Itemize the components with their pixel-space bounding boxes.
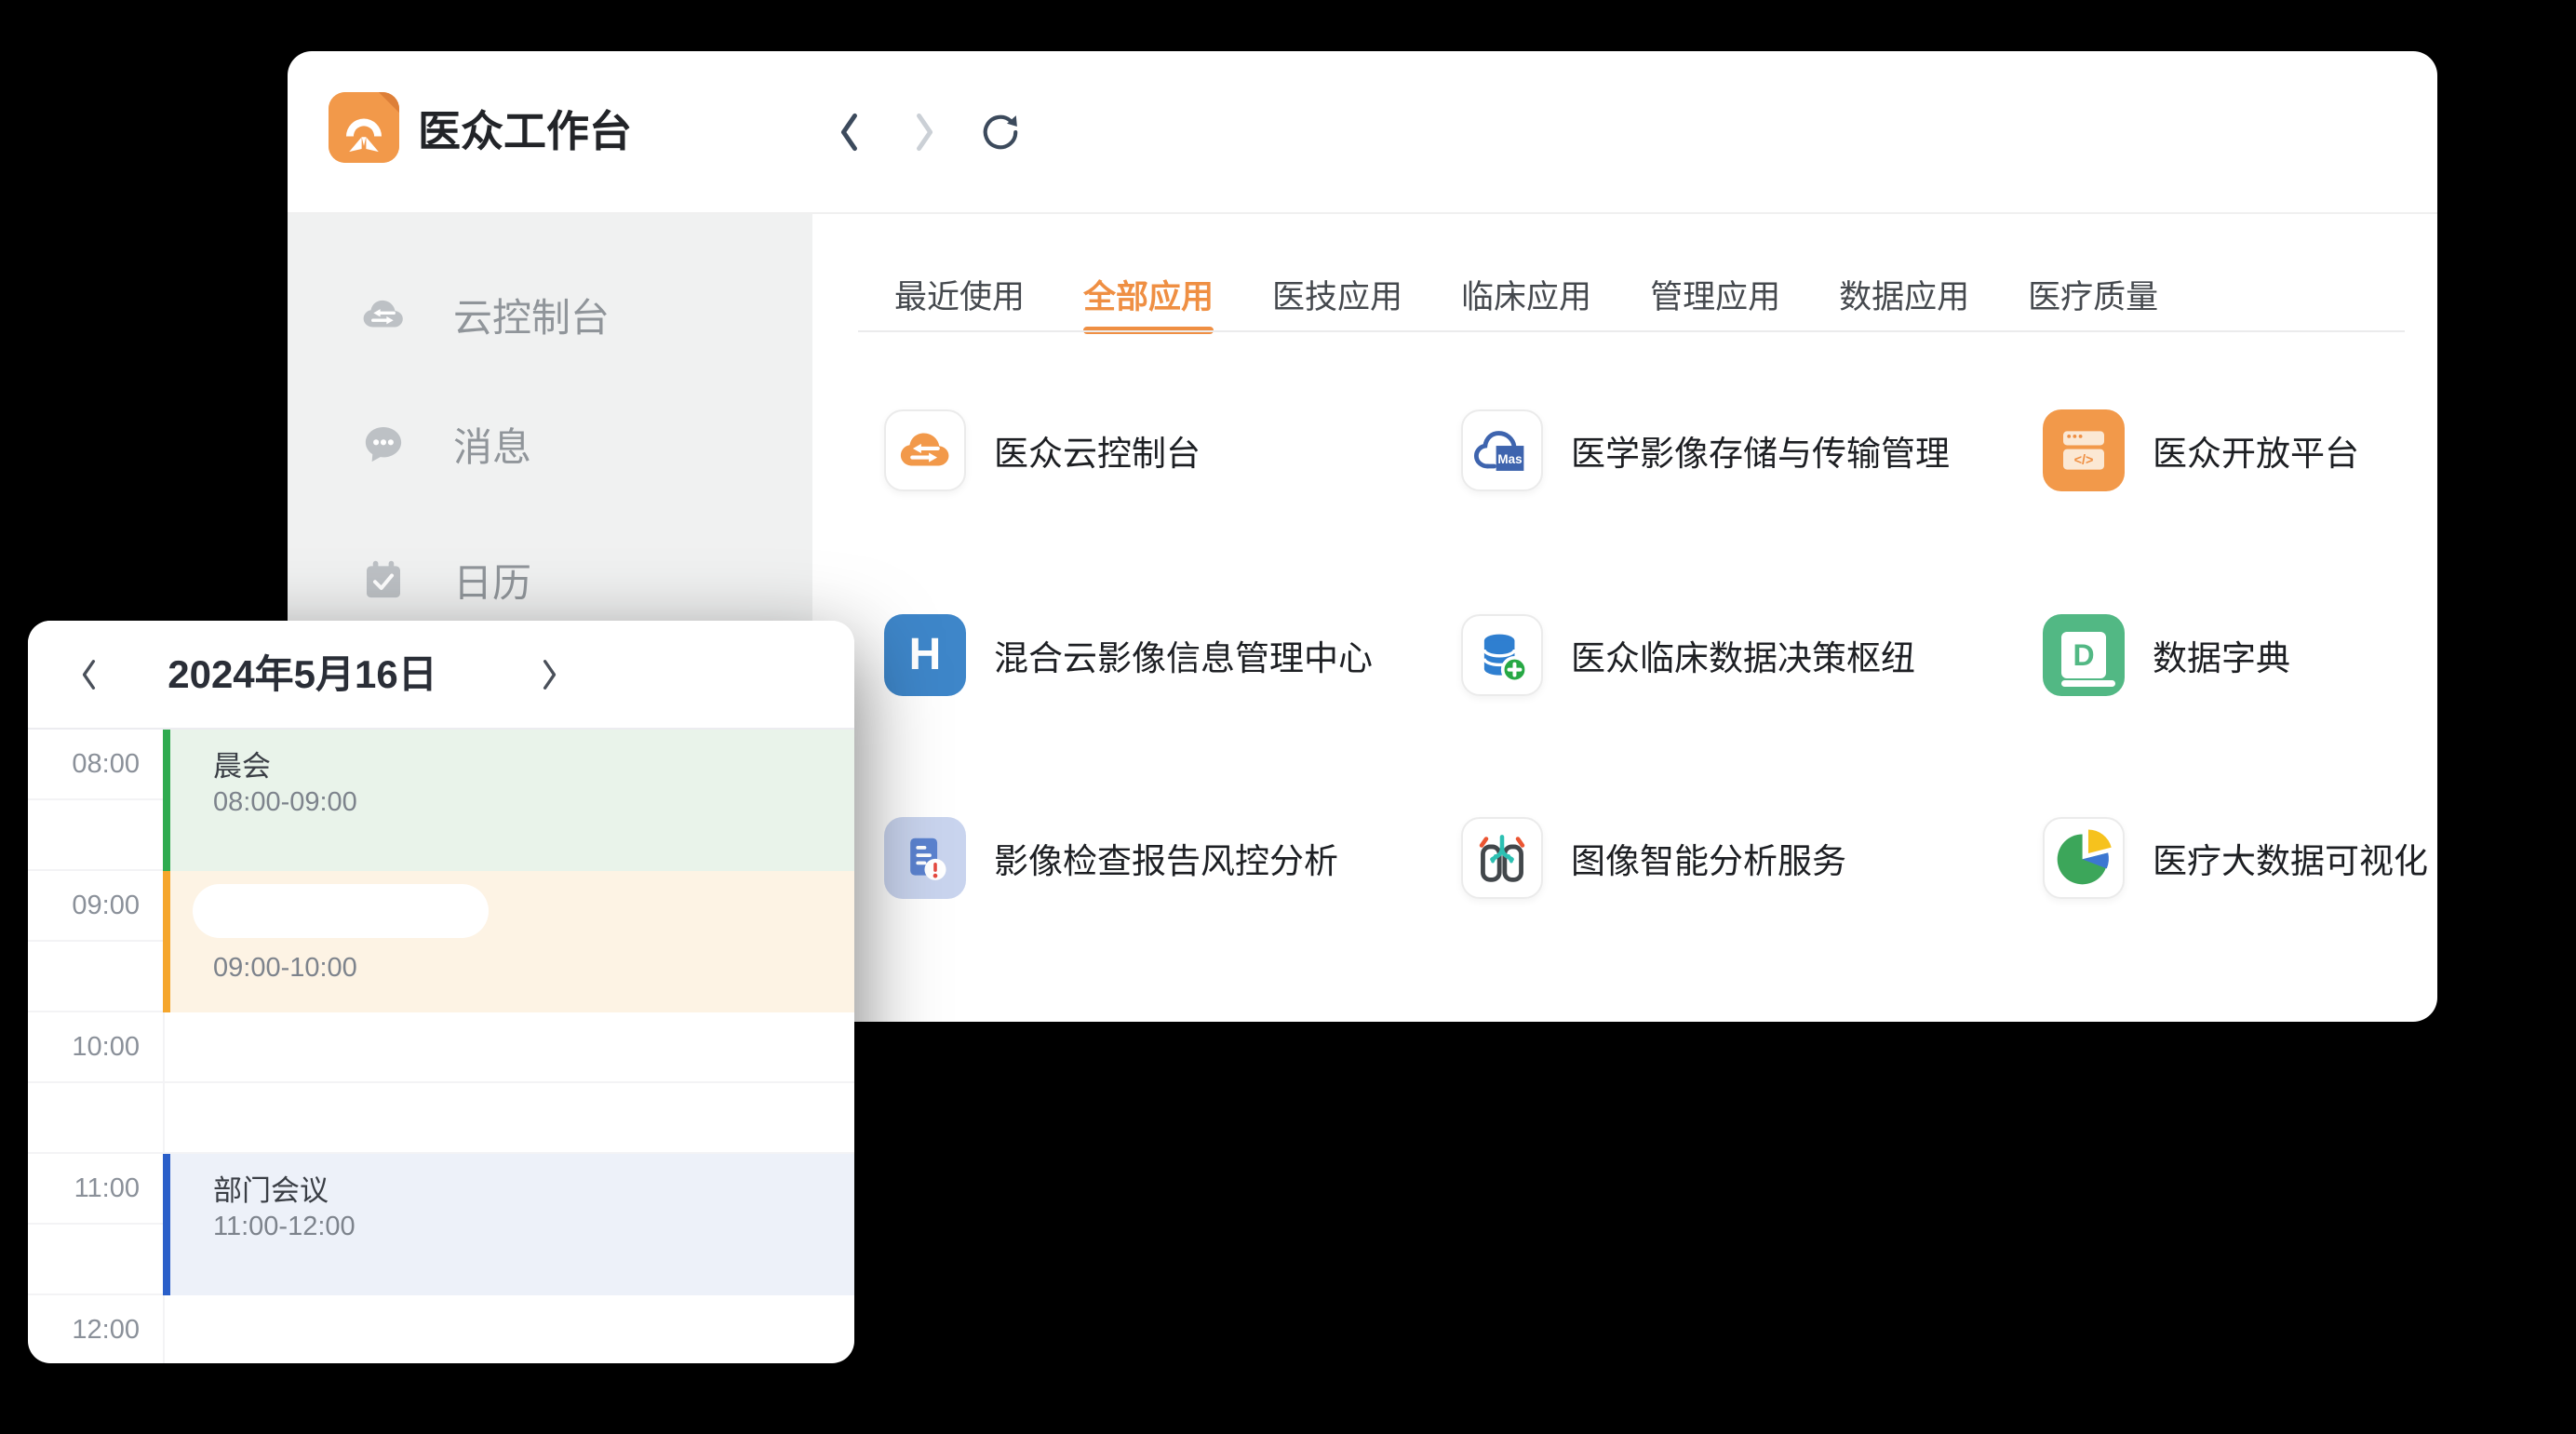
calendar-event-department-meeting[interactable]: 部门会议 11:00-12:00 <box>163 1154 854 1295</box>
svg-text:</>: </> <box>2074 453 2094 468</box>
time-label: 12:00 <box>28 1295 140 1363</box>
app-label: 医众云控制台 <box>994 425 1201 476</box>
code-window-icon: </> <box>2043 409 2125 491</box>
calendar-event-morning-meeting[interactable]: 晨会 08:00-09:00 <box>163 730 854 871</box>
letter-h-icon: H <box>884 614 966 696</box>
app-label: 医众开放平台 <box>2153 425 2359 476</box>
time-slot: 12:00 <box>28 1295 854 1363</box>
app-label: 影像检查报告风控分析 <box>994 833 1338 883</box>
calendar-prev-day-button[interactable] <box>61 621 117 728</box>
sidebar-item-calendar[interactable]: 日历 <box>358 541 531 619</box>
time-label: 11:00 <box>28 1154 140 1223</box>
event-time: 09:00-10:00 <box>213 953 357 984</box>
app-label: 医疗大数据可视化 <box>2153 833 2428 883</box>
app-logo-icon <box>329 92 399 163</box>
dictionary-book-icon: D <box>2043 614 2125 696</box>
time-slot <box>28 1083 854 1154</box>
cloud-settings-icon <box>358 289 409 340</box>
refresh-button[interactable] <box>976 108 1025 156</box>
app-label: 混合云影像信息管理中心 <box>994 630 1373 680</box>
sidebar-item-messages[interactable]: 消息 <box>358 405 531 483</box>
calendar-next-day-button[interactable] <box>521 621 577 728</box>
calendar-header: 2024年5月16日 <box>28 621 854 730</box>
tab-recently-used[interactable]: 最近使用 <box>894 275 1025 321</box>
app-label: 图像智能分析服务 <box>1571 833 1846 883</box>
app-label: 医学影像存储与传输管理 <box>1571 425 1950 476</box>
back-button[interactable] <box>825 108 874 156</box>
sidebar-item-cloud-console[interactable]: 云控制台 <box>358 275 610 354</box>
event-time: 08:00-09:00 <box>213 787 357 818</box>
app-tile-cloud-console[interactable]: 医众云控制台 <box>884 409 1201 491</box>
cloud-storage-icon: Mas <box>1461 409 1543 491</box>
pie-chart-icon <box>2043 817 2125 899</box>
sidebar-item-label: 消息 <box>453 416 531 473</box>
window-header: 医众工作台 <box>288 51 2437 214</box>
tab-medtech-apps[interactable]: 医技应用 <box>1272 275 1402 321</box>
sidebar-item-label: 云控制台 <box>453 287 610 343</box>
report-alert-icon <box>884 817 966 899</box>
cloud-transfer-icon <box>884 409 966 491</box>
tab-medical-quality[interactable]: 医疗质量 <box>2028 275 2158 321</box>
tab-data-apps[interactable]: 数据应用 <box>1839 275 1969 321</box>
calendar-panel: 2024年5月16日 08:00 09:00 10:00 11:00 12:00 <box>28 621 854 1363</box>
app-tile-big-data-visualization[interactable]: 医疗大数据可视化 <box>2043 817 2428 899</box>
tab-all-apps[interactable]: 全部应用 <box>1083 275 1214 321</box>
database-plus-icon <box>1461 614 1543 696</box>
time-label: 08:00 <box>28 730 140 798</box>
event-title: 晨会 <box>213 743 271 784</box>
app-tile-image-ai-analysis[interactable]: 图像智能分析服务 <box>1461 817 1846 899</box>
event-title: 部门会议 <box>213 1167 329 1209</box>
time-label: 09:00 <box>28 871 140 940</box>
calendar-date-title: 2024年5月16日 <box>149 621 456 728</box>
calendar-check-icon <box>358 555 409 605</box>
tab-clinical-apps[interactable]: 临床应用 <box>1461 275 1591 321</box>
book-shape: D <box>2061 632 2106 678</box>
calendar-event-redacted[interactable]: 09:00-10:00 <box>163 871 854 1012</box>
app-tile-hybrid-cloud-imaging[interactable]: H 混合云影像信息管理中心 <box>884 614 1373 696</box>
app-tile-data-dictionary[interactable]: D 数据字典 <box>2043 614 2290 696</box>
tab-management-apps[interactable]: 管理应用 <box>1650 275 1780 321</box>
app-tile-open-platform[interactable]: </> 医众开放平台 <box>2043 409 2359 491</box>
window-title: 医众工作台 <box>418 51 632 212</box>
time-label: 10:00 <box>28 1012 140 1081</box>
app-label: 数据字典 <box>2153 630 2290 680</box>
svg-text:Mas: Mas <box>1497 452 1522 466</box>
app-tile-clinical-data-hub[interactable]: 医众临床数据决策枢纽 <box>1461 614 1915 696</box>
time-slot: 10:00 <box>28 1012 854 1083</box>
app-tile-report-risk-analysis[interactable]: 影像检查报告风控分析 <box>884 817 1338 899</box>
app-category-tabs: 最近使用 全部应用 医技应用 临床应用 管理应用 数据应用 医疗质量 <box>894 275 2158 321</box>
app-tile-image-storage[interactable]: Mas 医学影像存储与传输管理 <box>1461 409 1950 491</box>
app-label: 医众临床数据决策枢纽 <box>1571 630 1915 680</box>
chat-bubble-icon <box>358 419 409 469</box>
event-time: 11:00-12:00 <box>213 1212 356 1242</box>
calendar-day-grid: 08:00 09:00 10:00 11:00 12:00 晨会 08:00-0… <box>28 730 854 1363</box>
lungs-analysis-icon <box>1461 817 1543 899</box>
sidebar-item-label: 日历 <box>453 552 531 609</box>
forward-button[interactable] <box>900 108 948 156</box>
tabs-divider <box>858 330 2405 332</box>
redacted-event-title <box>193 884 489 938</box>
